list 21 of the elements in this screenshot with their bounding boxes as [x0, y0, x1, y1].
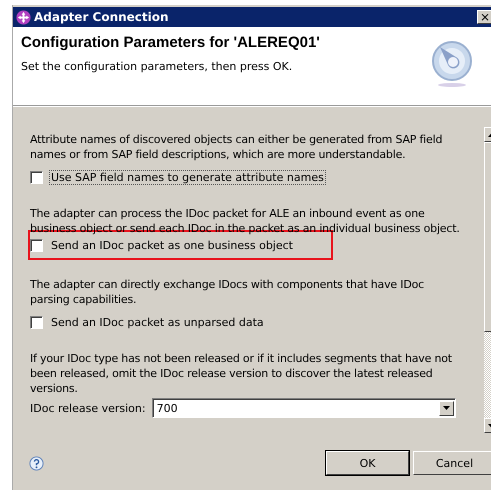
dialog-heading: Configuration Parameters for 'ALEREQ01' [21, 34, 320, 51]
dialog-button[interactable]: OK [326, 451, 409, 475]
checkbox-label[interactable]: Use SAP field names to generate attribute names [49, 170, 326, 185]
description-text: The adapter can directly exchange IDocs with components that have IDoc parsing capabilities. [30, 277, 425, 307]
help-icon[interactable] [29, 456, 44, 470]
checkbox[interactable] [30, 239, 43, 252]
gauge-icon [430, 39, 474, 89]
checkbox[interactable] [30, 316, 43, 329]
checkbox-label[interactable]: Send an IDoc packet as one business object [49, 238, 295, 253]
app-icon [16, 10, 31, 24]
description-text: Attribute names of discovered objects can either be generated from SAP field names or from SAP field descriptions, which are more understandable. [30, 132, 444, 162]
description-text: If your IDoc type has not been released or if it includes segments that have not been released, omit the IDoc release version to discover the latest released versions. [30, 351, 453, 396]
checkbox[interactable] [30, 171, 43, 184]
field-label: IDoc release version: [30, 402, 146, 414]
checkbox-label[interactable]: Send an IDoc packet as unparsed data [49, 315, 266, 330]
close-button[interactable]: × [477, 10, 491, 24]
version-dropdown[interactable]: 700 [152, 398, 456, 418]
dialog-button[interactable]: Cancel [413, 451, 491, 475]
window-title: Adapter Connection [34, 10, 170, 24]
dialog-subtitle: Set the configuration parameters, then press OK. [21, 60, 294, 73]
dropdown-arrow-icon [442, 406, 450, 410]
